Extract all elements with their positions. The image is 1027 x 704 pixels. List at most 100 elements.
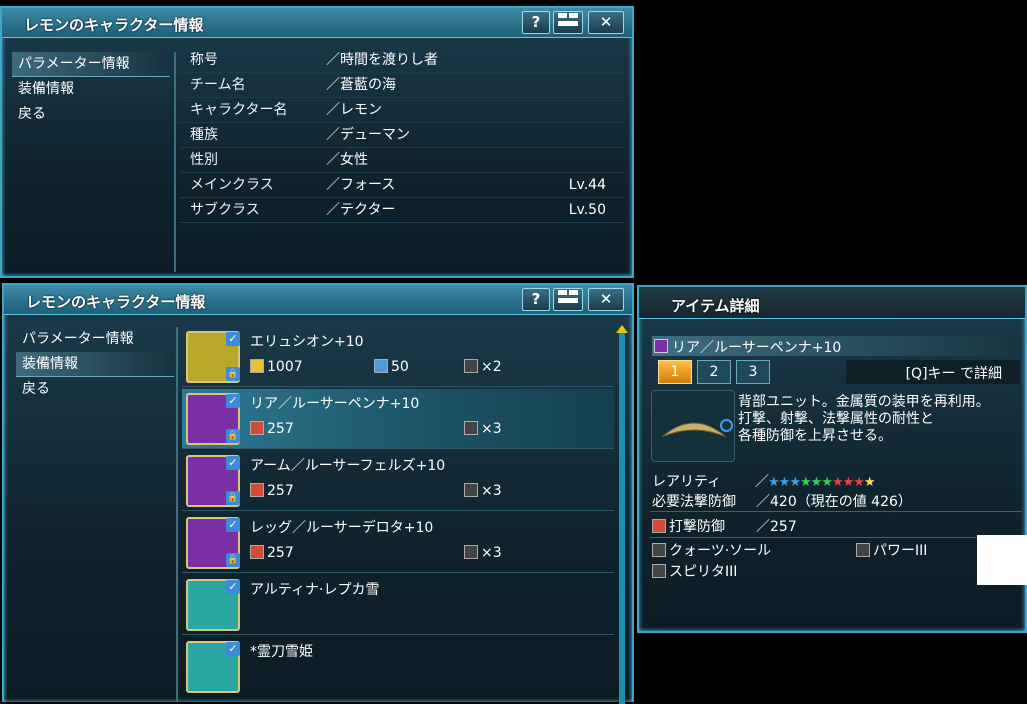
equipment-name: アルティナ·レプカ雪 [250,582,380,598]
equipment-name: レッグ／ルーサーデロタ+10 [250,520,434,536]
scroll-up-icon[interactable] [616,325,628,333]
param-level: Lv.44 [568,177,606,193]
menu-back[interactable]: 戻る [12,102,170,127]
check-icon: ✓ [226,642,240,656]
equipment-row[interactable]: ✓ 🔒 レッグ／ルーサーデロタ+10 257 ×3 [182,513,614,573]
slot-count: ×3 [464,545,502,561]
item-description-line-3: 各種防御を上昇させる。 [738,428,892,444]
param-row: キャラクター名 ／レモン [180,98,624,123]
item-type-icon [654,339,668,353]
equipment-row[interactable]: ✓ アルティナ·レプカ雪 [182,575,614,635]
ability-2: パワーIII [856,540,927,560]
rarity-separator: ／ [755,474,769,490]
param-value: ／蒼藍の海 [326,77,396,93]
divider [174,52,176,272]
param-value: ／女性 [326,152,368,168]
requirement-value: ／420（現在の値 426） [756,494,912,510]
window-title: アイテム詳細 [671,297,760,315]
stat-value: 50 [391,359,409,375]
menu-parameter-info[interactable]: パラメーター情報 [12,52,170,77]
requirement-label: 必要法撃防御 [652,494,736,510]
param-label: サブクラス [190,202,260,218]
tab-3[interactable]: 3 [736,360,770,384]
lock-icon: 🔒 [226,429,240,443]
param-value: ／時間を渡りし者 [326,52,438,68]
ability-text: パワーIII [873,543,928,559]
equipment-row[interactable]: ✓ 🔒 リア／ルーサーペンナ+10 257 ×3 [182,389,614,449]
slot-icon [464,421,478,435]
title-bar[interactable]: アイテム詳細 [639,287,1025,319]
check-icon: ✓ [226,456,240,470]
param-label: 種族 [190,127,218,143]
detail-hint-text: [Q]キー で詳細 [905,366,1002,382]
lock-icon: 🔒 [226,553,240,567]
help-button[interactable]: ? [522,288,550,311]
attack-icon [250,359,264,373]
title-bar[interactable]: レモンのキャラクター情報 ? ✕ [4,285,632,315]
equipment-row[interactable]: ✓ 🔒 アーム／ルーサーフェルズ+10 257 ×3 [182,451,614,511]
menu-back[interactable]: 戻る [16,377,174,402]
tab-2[interactable]: 2 [697,360,731,384]
detail-hint: [Q]キー で詳細 [846,360,1020,384]
param-label: 性別 [190,152,218,168]
slot-icon [464,483,478,497]
defense-icon [250,421,264,435]
slot-count: ×2 [464,359,502,375]
strike-defense-label: 打撃防御 [652,516,725,536]
side-menu: パラメーター情報 装備情報 戻る [16,327,174,402]
param-label: 称号 [190,52,218,68]
star-icon: ★ [863,475,876,490]
rarity-stars: ★★★★★★★★★★ [768,471,876,490]
param-value: ／テクター [326,202,396,218]
param-row: 性別 ／女性 [180,148,624,173]
title-bar[interactable]: レモンのキャラクター情報 ? ✕ [2,8,632,38]
side-menu: パラメーター情報 装備情報 戻る [12,52,170,127]
menu-equipment-info[interactable]: 装備情報 [16,352,174,377]
defense-stat: 257 [250,421,294,437]
lock-icon: 🔒 [226,367,240,381]
label-text: 打撃防御 [669,519,725,535]
ability-icon [652,543,666,557]
white-box [977,535,1027,585]
defense-icon [250,483,264,497]
strike-defense-value: ／257 [756,519,797,535]
slot-count: ×3 [464,421,502,437]
ability-text: スピリタIII [669,564,738,580]
no-trade-icon [720,419,733,432]
check-icon: ✓ [226,332,240,346]
stat-value: ×2 [481,359,502,375]
param-row: メインクラス ／フォース Lv.44 [180,173,624,198]
stat-value: 1007 [267,359,303,375]
param-row: サブクラス ／テクター Lv.50 [180,198,624,223]
defense-icon [652,519,666,533]
param-label: メインクラス [190,177,274,193]
tab-1[interactable]: 1 [658,360,692,384]
ability-3: スピリタIII [652,561,737,581]
close-button[interactable]: ✕ [588,11,624,34]
menu-equipment-info[interactable]: 装備情報 [12,77,170,102]
scrollbar[interactable] [619,331,625,704]
param-row: チーム名 ／蒼藍の海 [180,73,624,98]
divider [650,537,1022,538]
param-label: チーム名 [190,77,246,93]
help-button[interactable]: ? [522,11,550,34]
item-name: リア／ルーサーペンナ+10 [672,340,842,356]
defense-stat: 257 [250,483,294,499]
stat-value: 257 [267,545,294,561]
equipment-row[interactable]: ✓ 🔒 エリュシオン+10 1007 50 ×2 [182,327,614,387]
stat-value: 257 [267,483,294,499]
slot-icon [464,545,478,559]
param-level: Lv.50 [568,202,606,218]
layout-icon[interactable] [553,11,583,34]
equipment-row[interactable]: ✓ *霊刀雪姫 [182,637,614,697]
param-label: キャラクター名 [190,102,288,118]
stat-value: ×3 [481,421,502,437]
equipment-name: リア／ルーサーペンナ+10 [250,396,420,412]
close-button[interactable]: ✕ [588,288,624,311]
window-title: レモンのキャラクター情報 [24,16,204,34]
lock-icon: 🔒 [226,491,240,505]
divider [176,327,178,702]
menu-parameter-info[interactable]: パラメーター情報 [16,327,174,352]
layout-icon[interactable] [553,288,583,311]
ability-icon [856,543,870,557]
